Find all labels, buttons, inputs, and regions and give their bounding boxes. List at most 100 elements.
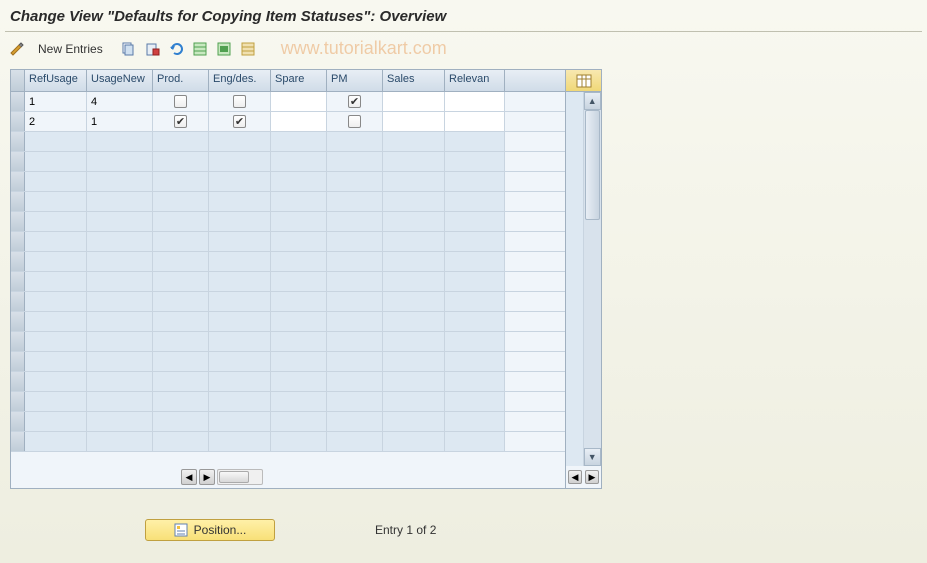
row-selector[interactable] (11, 352, 25, 371)
cell-sales[interactable] (383, 92, 445, 111)
row-selector[interactable] (11, 132, 25, 151)
sales-input[interactable] (383, 112, 444, 131)
select-all-icon[interactable] (189, 39, 211, 59)
prod-checkbox[interactable]: ✔ (174, 115, 187, 128)
col-header-refusage[interactable]: RefUsage (25, 70, 87, 91)
row-selector[interactable] (11, 192, 25, 211)
empty-cell (25, 272, 87, 291)
cell-relevan[interactable] (445, 92, 505, 111)
col-header-relevan[interactable]: Relevan (445, 70, 505, 91)
prod-checkbox[interactable] (174, 95, 187, 108)
empty-cell (25, 152, 87, 171)
spare-input[interactable] (271, 112, 326, 131)
spare-input[interactable] (271, 92, 326, 111)
row-selector[interactable] (11, 252, 25, 271)
table-row: 14✔ (11, 92, 565, 112)
col-header-engdes[interactable]: Eng/des. (209, 70, 271, 91)
select-block-icon[interactable] (213, 39, 235, 59)
cell-engdes (209, 92, 271, 111)
row-selector[interactable] (11, 232, 25, 251)
engdes-checkbox[interactable]: ✔ (233, 115, 246, 128)
pm-checkbox[interactable] (348, 115, 361, 128)
empty-cell (153, 232, 209, 251)
col-header-prod[interactable]: Prod. (153, 70, 209, 91)
row-selector[interactable] (11, 312, 25, 331)
empty-cell (327, 352, 383, 371)
empty-cell (445, 392, 505, 411)
deselect-all-icon[interactable] (237, 39, 259, 59)
empty-cell (383, 432, 445, 451)
row-selector[interactable] (11, 152, 25, 171)
empty-cell (271, 312, 327, 331)
copy-icon[interactable] (117, 39, 139, 59)
row-selector[interactable] (11, 92, 25, 111)
hscroll-thumb[interactable] (219, 471, 249, 483)
table-row (11, 412, 565, 432)
row-selector[interactable] (11, 432, 25, 451)
empty-cell (327, 432, 383, 451)
relevan-input[interactable] (445, 92, 504, 111)
cell-spare[interactable] (271, 112, 327, 131)
empty-cell (327, 152, 383, 171)
empty-cell (87, 312, 153, 331)
empty-cell (327, 292, 383, 311)
empty-cell (25, 132, 87, 151)
cell-prod: ✔ (153, 112, 209, 131)
row-selector[interactable] (11, 412, 25, 431)
cell-relevan[interactable] (445, 112, 505, 131)
cell-spare[interactable] (271, 92, 327, 111)
empty-cell (87, 172, 153, 191)
scroll-right-button[interactable]: ▶ (199, 469, 215, 485)
scroll-down-button[interactable]: ▼ (584, 448, 601, 466)
empty-cell (383, 272, 445, 291)
position-button[interactable]: Position... (145, 519, 275, 541)
empty-cell (445, 412, 505, 431)
cell-refusage: 2 (25, 112, 87, 131)
empty-cell (445, 372, 505, 391)
col-header-pm[interactable]: PM (327, 70, 383, 91)
empty-cell (87, 352, 153, 371)
entry-count-text: Entry 1 of 2 (375, 523, 436, 537)
sales-input[interactable] (383, 92, 444, 111)
empty-cell (25, 372, 87, 391)
row-selector[interactable] (11, 372, 25, 391)
hscroll-track[interactable] (217, 469, 263, 485)
relevan-input[interactable] (445, 112, 504, 131)
row-selector[interactable] (11, 292, 25, 311)
empty-cell (153, 352, 209, 371)
watermark-text: www.tutorialkart.com (281, 38, 447, 59)
cell-usagenew: 1 (87, 112, 153, 131)
row-selector[interactable] (11, 112, 25, 131)
empty-cell (383, 412, 445, 431)
empty-cell (153, 432, 209, 451)
pm-checkbox[interactable]: ✔ (348, 95, 361, 108)
scroll-left-button[interactable]: ◀ (181, 469, 197, 485)
vscroll-track[interactable] (584, 110, 601, 448)
engdes-checkbox[interactable] (233, 95, 246, 108)
empty-cell (153, 132, 209, 151)
col-header-sales[interactable]: Sales (383, 70, 445, 91)
scroll-up-button[interactable]: ▲ (584, 92, 601, 110)
select-all-rows[interactable] (11, 70, 25, 91)
row-selector[interactable] (11, 272, 25, 291)
row-selector[interactable] (11, 332, 25, 351)
cell-engdes: ✔ (209, 112, 271, 131)
col-header-spare[interactable]: Spare (271, 70, 327, 91)
new-entries-button[interactable]: New Entries (30, 40, 111, 58)
col-header-usagenew[interactable]: UsageNew (87, 70, 153, 91)
scroll-left-far-button[interactable]: ◀ (568, 470, 582, 484)
toggle-edit-icon[interactable] (6, 39, 28, 59)
vscroll-thumb[interactable] (585, 110, 600, 220)
row-selector[interactable] (11, 172, 25, 191)
delete-icon[interactable] (141, 39, 163, 59)
table-settings-button[interactable] (566, 70, 601, 92)
row-selector[interactable] (11, 392, 25, 411)
table-row (11, 192, 565, 212)
row-selector[interactable] (11, 212, 25, 231)
undo-icon[interactable] (165, 39, 187, 59)
empty-cell (209, 232, 271, 251)
toolbar: New Entries www.tutorialkart.com (0, 36, 927, 65)
cell-sales[interactable] (383, 112, 445, 131)
empty-cell (153, 152, 209, 171)
scroll-right-far-button[interactable]: ▶ (585, 470, 599, 484)
